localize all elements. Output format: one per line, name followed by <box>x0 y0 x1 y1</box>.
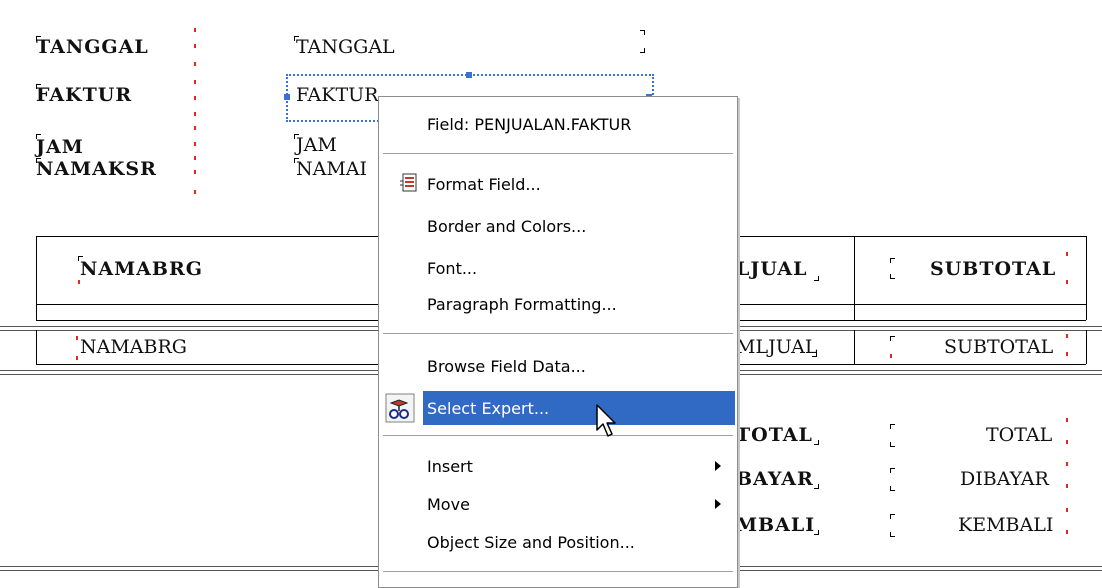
field-namaksr[interactable]: NAMAI <box>296 158 367 180</box>
menu-item-move[interactable]: Move <box>379 487 735 521</box>
menu-separator <box>383 333 733 334</box>
menu-item-insert[interactable]: Insert <box>379 449 735 483</box>
menu-separator <box>383 435 733 436</box>
column-header-subtotal[interactable]: SUBTOTAL <box>930 258 1056 280</box>
field-total[interactable]: TOTAL <box>986 424 1052 446</box>
label-dibayar[interactable]: BAYAR <box>736 468 814 490</box>
resize-handle-left[interactable] <box>284 94 290 100</box>
field-jam[interactable]: JAM <box>296 134 337 156</box>
menu-item-paragraph-formatting[interactable]: Paragraph Formatting... <box>379 287 735 321</box>
menu-separator <box>383 571 733 572</box>
menu-item-select-expert[interactable]: Select Expert... <box>423 391 735 425</box>
menu-item-font[interactable]: Font... <box>379 251 735 285</box>
detail-field-jmljual[interactable]: MLJUAL <box>736 336 817 358</box>
menu-item-format-field[interactable]: Format Field... <box>379 167 735 201</box>
resize-handle-top[interactable] <box>466 72 472 78</box>
column-header-jmljual[interactable]: LJUAL <box>736 258 807 280</box>
label-kembali[interactable]: MBALI <box>736 514 815 536</box>
menu-item-object-size-position[interactable]: Object Size and Position... <box>379 525 735 559</box>
label-tanggal[interactable]: TANGGAL <box>36 36 149 58</box>
menu-title: Field: PENJUALAN.FAKTUR <box>427 115 632 134</box>
label-jam[interactable]: JAM <box>36 136 84 158</box>
submenu-arrow-icon <box>715 499 721 509</box>
mouse-pointer-icon <box>596 404 618 438</box>
select-expert-icon <box>385 393 415 423</box>
menu-item-browse-field-data[interactable]: Browse Field Data... <box>379 349 735 383</box>
menu-separator <box>383 153 733 154</box>
label-faktur[interactable]: FAKTUR <box>36 84 132 106</box>
column-header-namabrg[interactable]: NAMABRG <box>80 258 203 280</box>
detail-field-namabrg[interactable]: NAMABRG <box>80 336 187 358</box>
field-kembali[interactable]: KEMBALI <box>958 514 1053 536</box>
label-namaksr[interactable]: NAMAKSR <box>36 158 157 180</box>
context-menu: Field: PENJUALAN.FAKTUR Format Field... … <box>378 96 738 588</box>
menu-item-border-colors[interactable]: Border and Colors... <box>379 209 735 243</box>
field-dibayar[interactable]: DIBAYAR <box>960 468 1049 490</box>
label-total[interactable]: TOTAL <box>736 424 813 446</box>
field-tanggal[interactable]: TANGGAL <box>296 36 395 58</box>
detail-field-subtotal[interactable]: SUBTOTAL <box>944 336 1053 358</box>
format-field-icon <box>399 173 417 193</box>
submenu-arrow-icon <box>715 461 721 471</box>
field-faktur[interactable]: FAKTUR <box>296 84 378 106</box>
